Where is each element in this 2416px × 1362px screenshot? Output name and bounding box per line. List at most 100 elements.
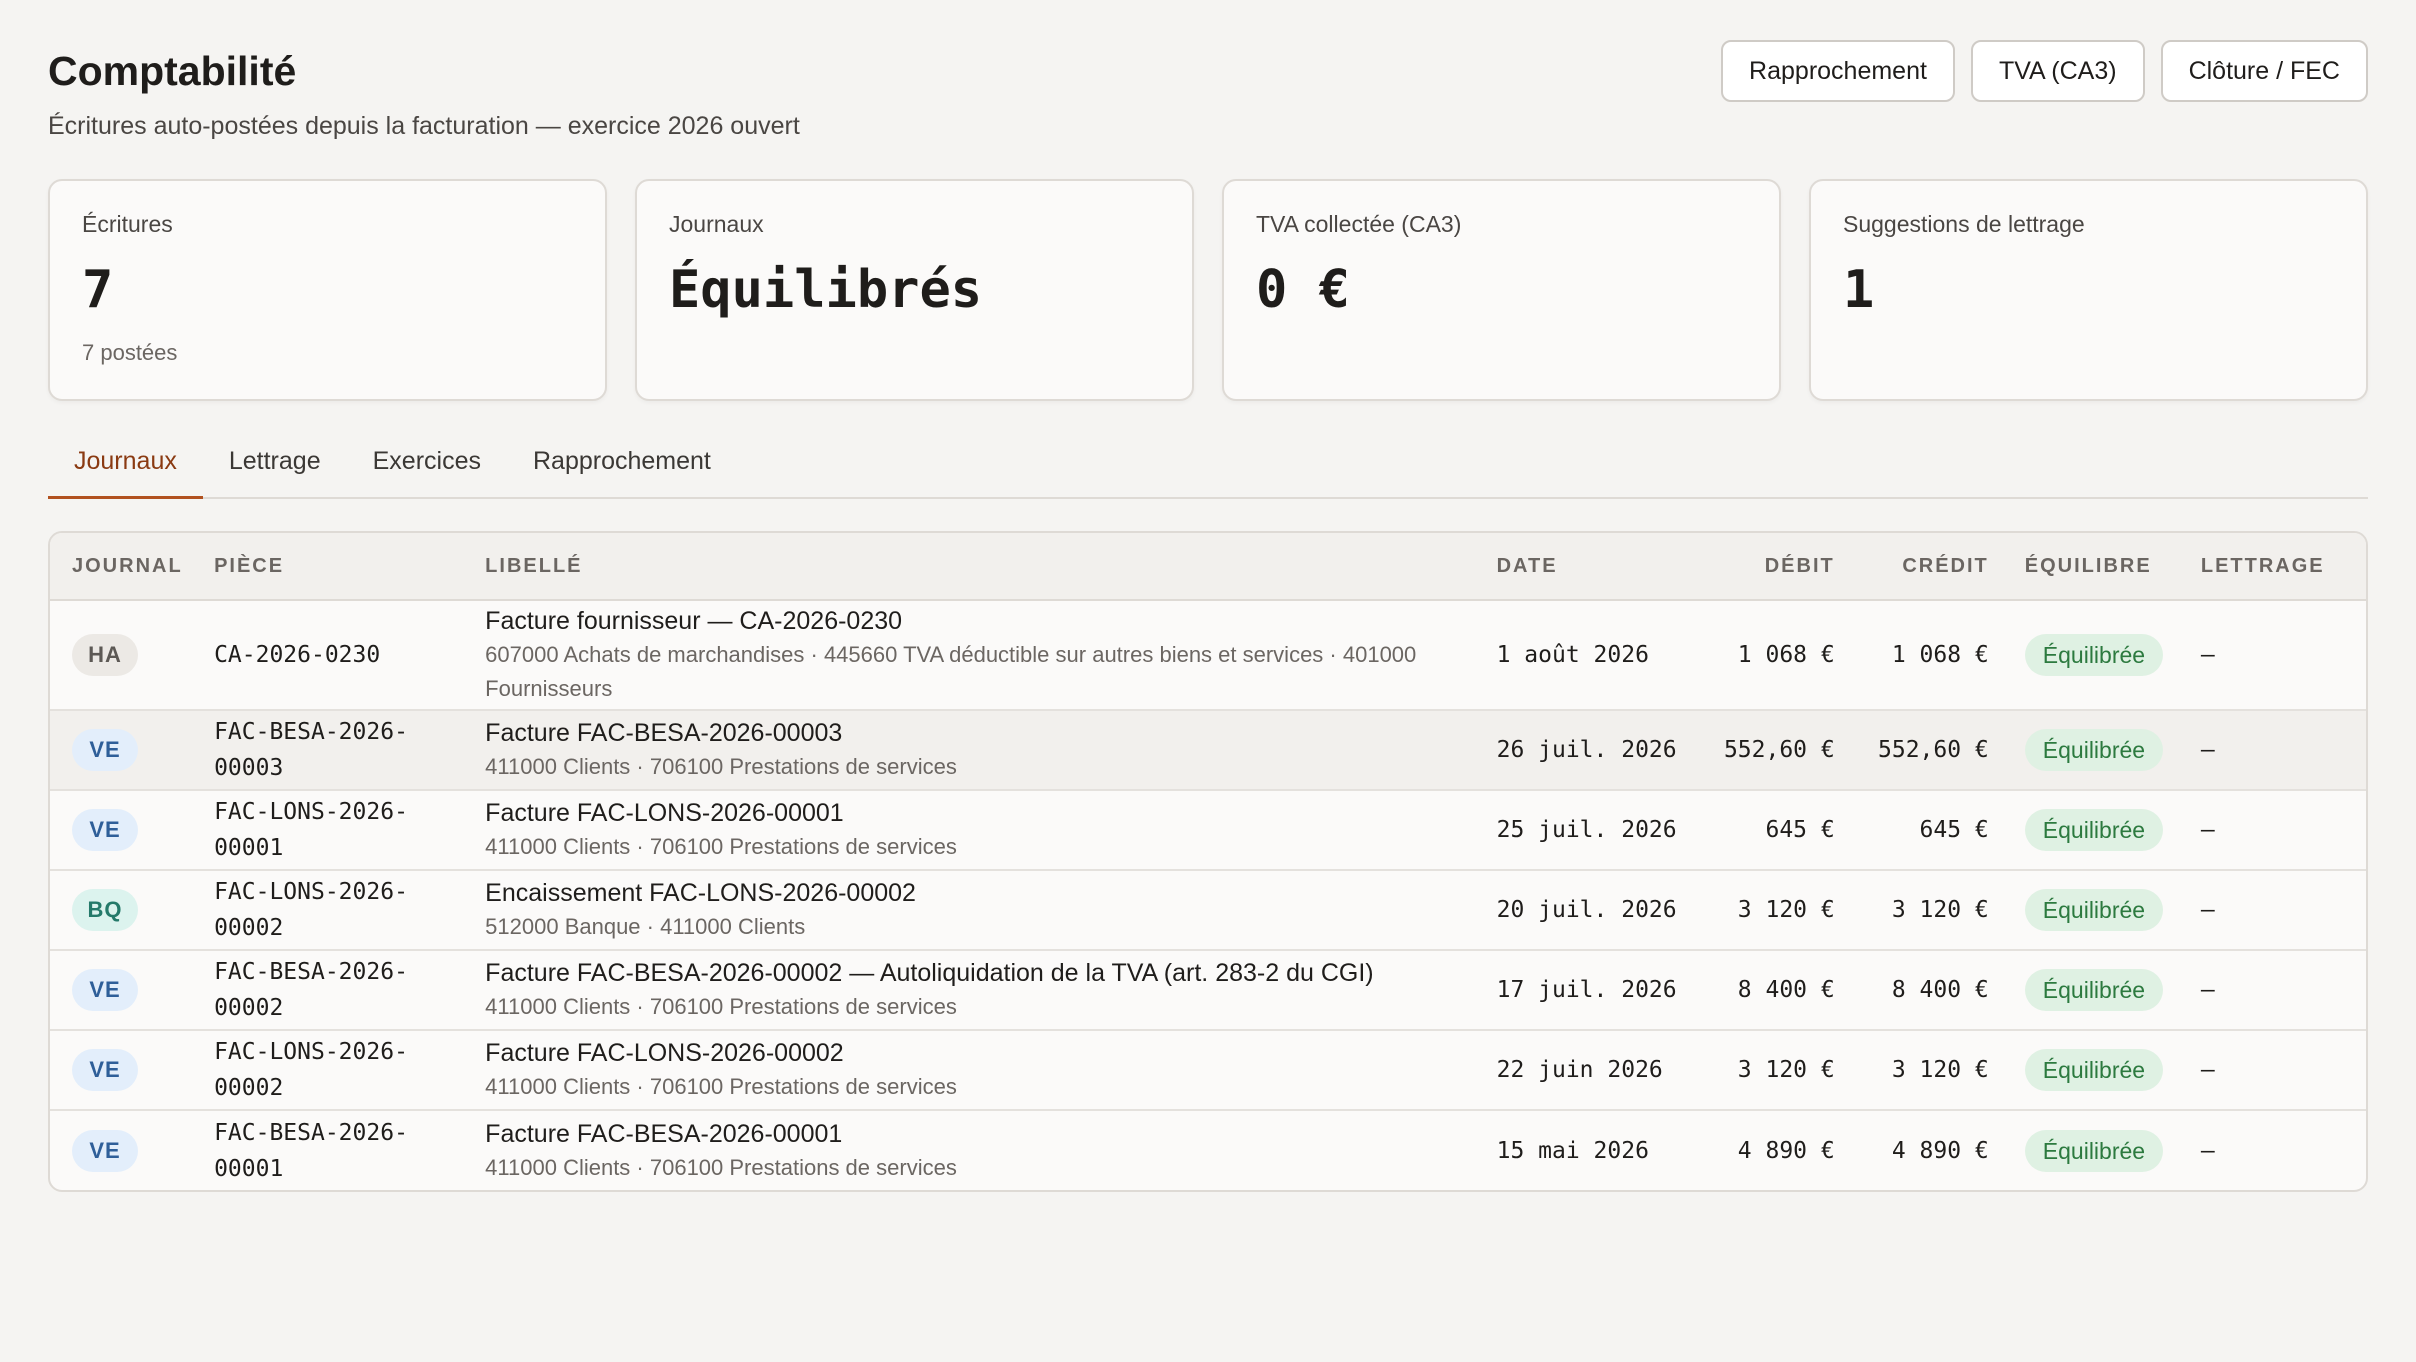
card-label: Suggestions de lettrage (1843, 211, 2085, 237)
journal-cell: VE (50, 1110, 206, 1190)
lettrage-cell: — (2192, 1030, 2366, 1111)
table-header-row: JOURNAL PIÈCE LIBELLÉ DATE DÉBIT CRÉDIT … (50, 533, 2366, 601)
libelle-cell: Encaissement FAC-LONS-2026-00002 512000 B… (477, 870, 1489, 951)
page: Comptabilité Écritures auto-postées depu… (0, 0, 2416, 1192)
header-actions: Rapprochement TVA (CA3) Clôture / FEC (1721, 40, 2368, 102)
status-badge: Équilibrée (2024, 889, 2164, 931)
journal-badge: VE (72, 809, 138, 851)
libelle-cell: Facture fournisseur — CA-2026-0230 607000… (477, 600, 1489, 711)
libelle-title: Facture FAC-BESA-2026-00002 — Autoliquid… (485, 959, 1374, 987)
journal-badge: VE (72, 1049, 138, 1091)
debit-cell: 1 068 € (1698, 600, 1843, 711)
libelle-title: Facture FAC-BESA-2026-00003 (485, 719, 843, 747)
libelle-cell: Facture FAC-BESA-2026-00003 411000 Client… (477, 710, 1489, 791)
page-title: Comptabilité (48, 48, 297, 94)
card-sub: 7 postées (82, 340, 178, 365)
credit-cell: 552,60 € (1842, 710, 1997, 791)
card-value: Équilibrés (669, 260, 983, 320)
journal-badge: BQ (72, 889, 138, 931)
debit-cell: 552,60 € (1698, 710, 1843, 791)
journal-badge: HA (72, 634, 138, 676)
libelle-accounts: 512000 Banque · 411000 Clients (485, 914, 806, 939)
equilibre-cell: Équilibrée (1996, 1030, 2193, 1111)
date-cell: 25 juil. 2026 (1488, 790, 1699, 871)
journal-table: JOURNAL PIÈCE LIBELLÉ DATE DÉBIT CRÉDIT … (48, 531, 2368, 1192)
libelle-accounts: 411000 Clients · 706100 Prestations de s… (485, 754, 957, 779)
credit-cell: 8 400 € (1842, 950, 1997, 1031)
journal-cell: HA (50, 600, 207, 711)
journal-cell: VE (50, 790, 207, 871)
debit-cell: 3 120 € (1698, 1030, 1843, 1111)
card-tva-collectee: TVA collectée (CA3) 0 € (1222, 179, 1781, 401)
lettrage-cell: — (2200, 1137, 2215, 1164)
card-value: 0 € (1256, 260, 1350, 320)
libelle-title: Facture FAC-LONS-2026-00001 (485, 799, 844, 827)
tab-lettrage[interactable]: Lettrage (203, 435, 347, 497)
equilibre-cell: Équilibrée (1996, 790, 2193, 871)
tab-exercices[interactable]: Exercices (347, 435, 507, 497)
card-journaux: Journaux Équilibrés (635, 179, 1194, 401)
piece-cell: FAC-LONS-2026-00001 (206, 790, 478, 871)
libelle-title: Encaissement FAC-LONS-2026-00002 (485, 879, 916, 907)
table-row[interactable]: HA CA-2026-0230 Facture fournisseur — CA-2… (50, 600, 2366, 711)
equilibre-cell: Équilibrée (1996, 600, 2193, 711)
journal-badge: VE (72, 969, 138, 1011)
card-label: Écritures (82, 211, 173, 237)
libelle-accounts: 411000 Clients · 706100 Prestations de s… (485, 834, 957, 859)
table-row[interactable]: VE FAC-LONS-2026-00002 Facture FAC-LONS-20… (50, 1030, 2366, 1111)
card-value: 1 (1843, 260, 1875, 320)
table-row[interactable]: BQ FAC-LONS-2026-00002 Encaissement FAC-LO… (50, 870, 2366, 951)
col-equilibre: ÉQUILIBRE (1996, 533, 2193, 601)
page-header: Comptabilité Écritures auto-postées depu… (48, 40, 2368, 141)
table-row[interactable]: VE FAC-BESA-2026-00002 Facture FAC-BESA-20… (50, 950, 2366, 1031)
credit-cell: 3 120 € (1842, 870, 1997, 951)
table-row[interactable]: VE FAC-LONS-2026-00001 Facture FAC-LONS-20… (50, 790, 2366, 871)
credit-cell: 645 € (1842, 790, 1997, 871)
status-badge: Équilibrée (2024, 634, 2164, 676)
tva-ca3-button[interactable]: TVA (CA3) (1970, 40, 2145, 102)
journal-cell: VE (50, 710, 207, 791)
debit-cell: 645 € (1698, 790, 1843, 871)
libelle-title: Facture fournisseur — CA-2026-0230 (485, 607, 903, 635)
status-badge: Équilibrée (2024, 1129, 2164, 1172)
piece-cell: FAC-BESA-2026-00003 (206, 710, 478, 791)
lettrage-cell: — (2192, 950, 2366, 1031)
lettrage-cell: — (2192, 710, 2366, 791)
libelle-title: Facture FAC-LONS-2026-00002 (485, 1039, 844, 1067)
cloture-fec-button[interactable]: Clôture / FEC (2160, 40, 2368, 102)
tab-rapprochement[interactable]: Rapprochement (507, 435, 737, 497)
piece-cell: CA-2026-0230 (206, 600, 478, 711)
card-suggestions-lettrage: Suggestions de lettrage 1 (1809, 179, 2368, 401)
debit-cell: 4 890 € (1737, 1137, 1835, 1164)
lettrage-cell: — (2192, 600, 2366, 711)
table-body: HA CA-2026-0230 Facture fournisseur — CA-2… (50, 600, 2366, 1190)
lettrage-cell: — (2192, 870, 2366, 951)
debit-cell: 3 120 € (1698, 870, 1843, 951)
col-journal: JOURNAL (50, 533, 207, 601)
table-row[interactable]: VE FAC-BESA-2026-00003 Facture FAC-BESA-20… (50, 710, 2366, 791)
tab-journaux[interactable]: Journaux (48, 435, 203, 499)
rapprochement-button[interactable]: Rapprochement (1721, 40, 1955, 102)
libelle-cell: Facture FAC-BESA-2026-00002 — Autoliquid… (477, 950, 1489, 1031)
col-piece: PIÈCE (206, 533, 478, 601)
piece-cell: FAC-BESA-2026-00001 (214, 1119, 408, 1182)
journal-badge: VE (72, 729, 138, 771)
libelle-accounts: 411000 Clients · 706100 Prestations de s… (485, 994, 957, 1019)
libelle-accounts: 411000 Clients · 706100 Prestations de s… (485, 1154, 957, 1180)
title-block: Comptabilité Écritures auto-postées depu… (48, 46, 800, 141)
col-date: DATE (1488, 533, 1699, 601)
journal-cell: BQ (50, 870, 207, 951)
equilibre-cell: Équilibrée (1996, 870, 2193, 951)
credit-cell: 1 068 € (1842, 600, 1997, 711)
libelle-accounts: 411000 Clients · 706100 Prestations de s… (485, 1074, 957, 1099)
date-cell: 22 juin 2026 (1488, 1030, 1699, 1111)
col-lettrage: LETTRAGE (2192, 533, 2366, 601)
col-debit: DÉBIT (1698, 533, 1843, 601)
card-value: 7 (82, 260, 114, 320)
equilibre-cell: Équilibrée (1997, 1110, 2193, 1190)
table-row[interactable]: VE FAC-BESA-2026-00001 Facture FAC-BESA-20… (50, 1110, 2366, 1190)
journal-cell: VE (50, 1030, 207, 1111)
piece-cell: FAC-LONS-2026-00002 (206, 1030, 478, 1111)
libelle-title: Facture FAC-BESA-2026-00001 (485, 1119, 843, 1148)
card-ecritures: Écritures 7 7 postées (48, 179, 607, 401)
